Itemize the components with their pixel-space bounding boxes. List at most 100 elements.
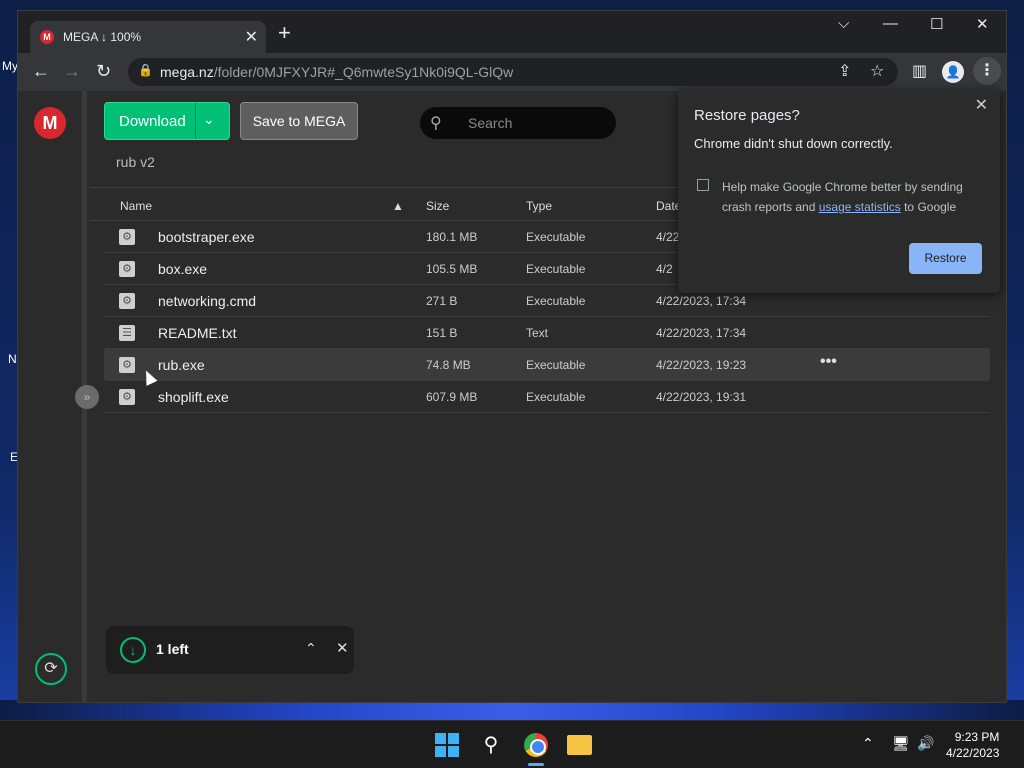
file-date: 4/22: [656, 230, 680, 244]
file-date: 4/22/2023, 19:23: [656, 358, 747, 372]
file-size: 151 B: [426, 326, 458, 340]
executable-file-icon: ⚙: [119, 389, 135, 405]
file-name: shoplift.exe: [158, 389, 229, 405]
expand-sidebar-icon[interactable]: »: [75, 385, 99, 409]
back-button[interactable]: ←: [32, 61, 50, 82]
executable-file-icon: ⚙: [119, 293, 135, 309]
desktop-icon-label-fragment[interactable]: N: [8, 352, 17, 366]
download-separator: [195, 103, 196, 139]
mega-favicon-icon: M: [40, 30, 54, 44]
dialog-title: Restore pages?: [694, 107, 800, 124]
chevron-up-icon[interactable]: ⌃: [862, 735, 874, 752]
more-options-icon[interactable]: •••: [820, 353, 837, 371]
transfer-manager-icon[interactable]: ⟳: [35, 653, 67, 685]
lock-icon[interactable]: 🔒: [138, 63, 153, 77]
browser-toolbar: ← → ↻ 🔒 mega.nz/folder/0MJFXYJR#_Q6mwteS…: [18, 53, 1006, 91]
share-icon[interactable]: ⇪: [838, 61, 851, 81]
tab-close-icon[interactable]: ✕: [245, 27, 258, 47]
file-type: Executable: [526, 358, 586, 372]
file-type: Executable: [526, 294, 586, 308]
executable-file-icon: ⚙: [119, 261, 135, 277]
chrome-taskbar-icon[interactable]: [524, 733, 548, 757]
address-bar[interactable]: 🔒 mega.nz/folder/0MJFXYJR#_Q6mwteSy1Nk0i…: [128, 58, 898, 86]
file-name: README.txt: [158, 325, 237, 341]
search-placeholder: Search: [468, 115, 513, 131]
maximize-button[interactable]: ☐: [930, 15, 943, 33]
usage-statistics-link[interactable]: usage statistics: [819, 200, 901, 214]
column-header-name[interactable]: Name: [120, 199, 152, 213]
network-icon[interactable]: 🖥: [892, 735, 910, 752]
minimize-button[interactable]: —: [883, 15, 898, 32]
search-icon[interactable]: ⚲: [477, 731, 505, 759]
file-type: Executable: [526, 390, 586, 404]
profile-icon[interactable]: 👤: [942, 61, 964, 83]
windows-taskbar: ⚲ ⌃ 🖥 🔊 9:23 PM 4/22/2023: [0, 720, 1024, 768]
url-domain: mega.nz: [160, 64, 214, 80]
file-size: 271 B: [426, 294, 458, 308]
executable-file-icon: ⚙: [119, 229, 135, 245]
forward-button[interactable]: →: [63, 61, 81, 82]
url-path: /folder/0MJFXYJR#_Q6mwteSy1Nk0i9QL-GlQw: [213, 64, 514, 80]
file-name: networking.cmd: [158, 293, 257, 309]
restore-button[interactable]: Restore: [909, 243, 982, 274]
close-window-button[interactable]: ✕: [976, 15, 989, 33]
system-clock[interactable]: 9:23 PM 4/22/2023: [946, 729, 999, 761]
menu-kebab-icon[interactable]: ⋮: [973, 57, 1001, 85]
download-label: Download: [119, 113, 186, 130]
chevron-down-icon[interactable]: ⌄: [203, 111, 215, 128]
desktop-icon-label-fragment[interactable]: My: [2, 59, 18, 73]
side-panel-icon[interactable]: ▥: [912, 61, 927, 81]
mega-logo-icon[interactable]: M: [34, 107, 66, 139]
column-header-type[interactable]: Type: [526, 199, 552, 213]
crash-reports-text-end: to Google: [900, 200, 957, 214]
file-size: 105.5 MB: [426, 262, 478, 276]
save-to-mega-button[interactable]: Save to MEGA: [240, 102, 358, 140]
file-name: box.exe: [158, 261, 208, 277]
file-date: 4/22/2023, 17:34: [656, 294, 747, 308]
search-icon: ⚲: [430, 115, 442, 132]
tab-mega[interactable]: M MEGA ↓ 100% ✕: [30, 21, 266, 53]
clock-time: 9:23 PM: [954, 730, 1000, 744]
file-size: 607.9 MB: [426, 390, 478, 404]
tab-strip: M MEGA ↓ 100% ✕ + ⌵ — ☐ ✕: [18, 11, 1006, 53]
downloads-remaining: 1 left: [156, 641, 189, 657]
mega-sidebar: M ⟳: [18, 91, 82, 702]
crash-reports-label: Help make Google Chrome better by sendin…: [722, 177, 982, 217]
wallpaper-swirl: [0, 700, 1024, 720]
file-date: 4/22/2023, 19:31: [656, 390, 747, 404]
file-size: 180.1 MB: [426, 230, 478, 244]
start-button-icon[interactable]: [435, 733, 459, 757]
download-button[interactable]: Download ⌄: [104, 102, 230, 140]
download-progress-widget[interactable]: ↓ 1 left ⌃ ✕: [106, 626, 354, 674]
file-explorer-icon[interactable]: [567, 735, 592, 755]
text-file-icon: ☰: [119, 325, 135, 341]
active-app-indicator: [528, 763, 544, 766]
file-size: 74.8 MB: [426, 358, 471, 372]
new-tab-button[interactable]: +: [278, 22, 291, 44]
bookmark-star-icon[interactable]: ☆: [870, 61, 884, 81]
file-type: Executable: [526, 262, 586, 276]
clock-date: 4/22/2023: [946, 746, 1000, 760]
file-type: Text: [526, 326, 549, 340]
close-icon[interactable]: ✕: [336, 639, 349, 657]
restore-pages-dialog: ✕ Restore pages? Chrome didn't shut down…: [678, 89, 1000, 293]
reload-button[interactable]: ↻: [96, 61, 111, 82]
file-row[interactable]: ⚙ shoplift.exe 607.9 MB Executable 4/22/…: [104, 381, 990, 413]
chevron-up-icon[interactable]: ⌃: [305, 640, 317, 657]
executable-file-icon: ⚙: [119, 357, 135, 373]
download-arrow-icon: ↓: [120, 637, 146, 663]
sort-ascending-icon[interactable]: ▲: [392, 199, 404, 213]
search-input[interactable]: ⚲ Search: [420, 107, 616, 139]
tab-search-icon[interactable]: ⌵: [838, 15, 849, 32]
volume-icon[interactable]: 🔊: [917, 735, 934, 752]
chrome-window: M MEGA ↓ 100% ✕ + ⌵ — ☐ ✕ ← → ↻ 🔒 mega.n…: [17, 10, 1007, 703]
close-icon[interactable]: ✕: [975, 95, 988, 115]
folder-title: rub v2: [116, 154, 155, 170]
tab-title: MEGA ↓ 100%: [63, 30, 142, 44]
file-row-selected[interactable]: ⚙ rub.exe 74.8 MB Executable 4/22/2023, …: [104, 349, 990, 381]
column-header-size[interactable]: Size: [426, 199, 449, 213]
url-text: mega.nz/folder/0MJFXYJR#_Q6mwteSy1Nk0i9Q…: [160, 64, 513, 80]
file-type: Executable: [526, 230, 586, 244]
file-row[interactable]: ☰ README.txt 151 B Text 4/22/2023, 17:34: [104, 317, 990, 349]
crash-reports-checkbox[interactable]: [697, 179, 709, 191]
